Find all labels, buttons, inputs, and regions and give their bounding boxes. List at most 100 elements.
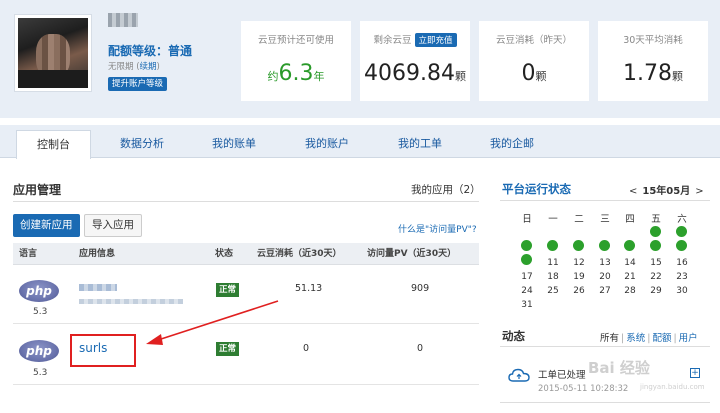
calendar-day[interactable]: 12: [572, 258, 586, 268]
php-icon: php: [19, 280, 59, 302]
stat-label: 剩余云豆 立即充值: [360, 32, 470, 47]
weekday-header: 五: [651, 214, 661, 225]
filter-user[interactable]: 用户: [679, 333, 698, 344]
status-ok-dot[interactable]: [599, 240, 610, 251]
recharge-button[interactable]: 立即充值: [414, 33, 457, 47]
filter-all[interactable]: 所有: [600, 333, 619, 344]
cloud-icon: [508, 368, 530, 382]
status-badge: 正常: [216, 342, 240, 356]
import-app-button[interactable]: 导入应用: [84, 214, 142, 237]
stat-label: 云豆预计还可使用: [257, 35, 334, 46]
stat-30day-average: 30天平均消耗 1.78颗: [598, 21, 708, 101]
status-ok-dot[interactable]: [624, 240, 635, 251]
status-ok-dot[interactable]: [547, 240, 558, 251]
calendar-day[interactable]: 24: [520, 286, 534, 296]
news-title: 动态: [502, 329, 525, 343]
calendar-day[interactable]: 16: [675, 258, 689, 268]
beans-value: 51.13: [295, 283, 323, 294]
tab-my-bills[interactable]: 我的账单: [212, 130, 256, 158]
calendar-day[interactable]: 26: [572, 286, 586, 296]
prev-month-button[interactable]: <: [629, 186, 637, 197]
col-language: 语言: [19, 249, 38, 259]
table-row: php 5.3 正常 51.13 909: [13, 266, 479, 324]
calendar-day[interactable]: 30: [675, 286, 689, 296]
weekday-header: 三: [600, 214, 610, 225]
stat-value: 4069.84颗: [360, 61, 470, 86]
status-ok-dot[interactable]: [521, 240, 532, 251]
calendar-day[interactable]: 14: [623, 258, 637, 268]
next-month-button[interactable]: >: [695, 186, 703, 197]
calendar-day[interactable]: 17: [520, 272, 534, 282]
calendar-day[interactable]: 18: [546, 272, 560, 282]
news-item-text[interactable]: 工单已处理: [538, 367, 586, 381]
calendar-day[interactable]: 31: [520, 300, 534, 310]
filter-quota[interactable]: 配额: [652, 333, 671, 344]
status-ok-dot[interactable]: [521, 254, 532, 265]
status-ok-dot[interactable]: [650, 226, 661, 237]
baidu-watermark-url: jingyan.baidu.com: [640, 383, 705, 391]
expand-plus-icon[interactable]: +: [690, 368, 700, 378]
divider: [500, 200, 710, 201]
app-name-obscured[interactable]: [79, 284, 117, 291]
account-header: 配额等级：普通 无限期 (续期) 提升账户等级 云豆预计还可使用 约6.3年 剩…: [0, 0, 720, 118]
stat-label: 30天平均消耗: [623, 35, 683, 46]
stat-value: 约6.3年: [241, 61, 351, 86]
upgrade-account-button[interactable]: 提升账户等级: [108, 77, 168, 91]
create-app-button[interactable]: 创建新应用: [13, 214, 80, 237]
stat-value: 1.78颗: [598, 61, 708, 86]
calendar-day[interactable]: 11: [546, 258, 560, 268]
calendar-day[interactable]: 28: [623, 286, 637, 296]
pv-value: 909: [411, 283, 430, 294]
expire-info: 无限期 (续期): [108, 60, 160, 72]
platform-status-title: 平台运行状态: [502, 182, 571, 196]
php-version: 5.3: [33, 368, 48, 378]
col-app-info: 应用信息: [79, 249, 116, 259]
stat-yesterday-consumption: 云豆消耗（昨天） 0颗: [479, 21, 589, 101]
calendar-day[interactable]: 15: [649, 258, 663, 268]
calendar-day[interactable]: 21: [623, 272, 637, 282]
table-row: php 5.3 surls 正常 0 0: [13, 325, 479, 385]
calendar-day[interactable]: 13: [598, 258, 612, 268]
calendar-day[interactable]: 19: [572, 272, 586, 282]
status-ok-dot[interactable]: [676, 240, 687, 251]
beans-value: 0: [303, 343, 310, 354]
stat-label: 云豆消耗（昨天）: [495, 35, 572, 46]
stat-number: 0: [521, 61, 536, 86]
tab-data-analysis[interactable]: 数据分析: [120, 130, 164, 158]
stat-remaining-years: 云豆预计还可使用 约6.3年: [241, 21, 351, 101]
stat-number: 6.3: [278, 61, 314, 86]
month-navigator: <15年05月 >: [624, 182, 709, 197]
status-ok-dot[interactable]: [650, 240, 661, 251]
baidu-watermark: Bai 经验: [588, 359, 650, 377]
tab-my-mail[interactable]: 我的企邮: [490, 130, 534, 158]
expire-suffix: ): [156, 62, 160, 72]
calendar-day[interactable]: 27: [598, 286, 612, 296]
calendar-day[interactable]: 23: [675, 272, 689, 282]
calendar-day[interactable]: 29: [649, 286, 663, 296]
filter-system[interactable]: 系统: [626, 333, 645, 344]
weekday-header: 一: [548, 214, 558, 225]
stat-unit: 年: [313, 70, 325, 83]
stat-unit: 颗: [671, 70, 683, 83]
col-beans: 云豆消耗（近30天）: [257, 249, 342, 259]
status-ok-dot[interactable]: [573, 240, 584, 251]
news-filters: 所有 | 系统 | 配额 | 用户: [600, 333, 698, 344]
renew-link[interactable]: 续期: [140, 62, 157, 72]
calendar-day[interactable]: 22: [649, 272, 663, 282]
quota-level: 配额等级：普通: [108, 44, 193, 58]
calendar-day[interactable]: 25: [546, 286, 560, 296]
col-status: 状态: [215, 249, 234, 259]
calendar-day[interactable]: 20: [598, 272, 612, 282]
app-url-obscured[interactable]: [79, 299, 183, 304]
tab-my-account[interactable]: 我的账户: [305, 130, 349, 158]
weekday-header: 二: [574, 214, 584, 225]
pv-help-link[interactable]: 什么是"访问量PV"?: [398, 222, 477, 235]
stat-label-text: 剩余云豆: [373, 35, 412, 46]
my-apps-count[interactable]: 我的应用（2）: [411, 182, 481, 197]
divider: [500, 402, 710, 403]
tab-console[interactable]: 控制台: [16, 130, 91, 159]
weekday-header: 六: [677, 214, 687, 225]
avatar[interactable]: [14, 14, 92, 92]
tab-my-tickets[interactable]: 我的工单: [398, 130, 442, 158]
status-ok-dot[interactable]: [676, 226, 687, 237]
